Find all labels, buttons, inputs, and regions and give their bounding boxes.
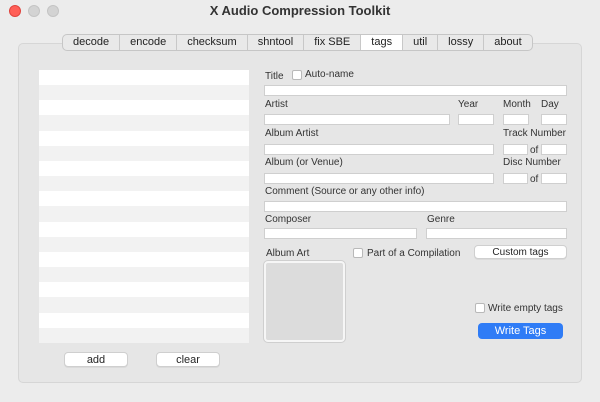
album-art-well[interactable]	[264, 261, 345, 342]
tab-lossy[interactable]: lossy	[438, 35, 485, 50]
tab-checksum[interactable]: checksum	[177, 35, 248, 50]
list-row[interactable]	[39, 297, 249, 313]
tab-bar: decode encode checksum shntool fix SBE t…	[62, 34, 533, 51]
list-row[interactable]	[39, 85, 249, 101]
composer-field[interactable]	[264, 228, 417, 239]
list-row[interactable]	[39, 222, 249, 237]
track-number-label: Track Number	[503, 128, 566, 139]
list-row[interactable]	[39, 115, 249, 131]
year-label: Year	[458, 99, 479, 110]
album-field[interactable]	[264, 173, 494, 184]
day-field[interactable]	[541, 114, 567, 125]
compilation-checkbox[interactable]	[353, 248, 363, 258]
comment-field[interactable]	[264, 201, 567, 212]
artist-label: Artist	[265, 99, 288, 110]
write-empty-tags-checkbox[interactable]	[475, 303, 485, 313]
custom-tags-button[interactable]: Custom tags	[474, 245, 567, 259]
file-list[interactable]	[39, 70, 249, 343]
album-label: Album (or Venue)	[265, 157, 343, 168]
list-row[interactable]	[39, 282, 249, 297]
composer-label: Composer	[265, 214, 312, 225]
disc-number-label: Disc Number	[503, 157, 561, 168]
year-field[interactable]	[458, 114, 494, 125]
disc-number-field[interactable]	[503, 173, 528, 184]
write-tags-button[interactable]: Write Tags	[478, 323, 563, 339]
month-label: Month	[503, 99, 531, 110]
disc-of-label: of	[530, 174, 539, 185]
track-total-field[interactable]	[541, 144, 567, 155]
track-of-label: of	[530, 145, 539, 156]
list-row[interactable]	[39, 206, 249, 222]
artist-field[interactable]	[264, 114, 450, 125]
month-field[interactable]	[503, 114, 529, 125]
list-row[interactable]	[39, 145, 249, 161]
window-title: X Audio Compression Toolkit	[209, 3, 391, 18]
album-artist-label: Album Artist	[265, 128, 319, 139]
auto-name-checkbox[interactable]	[292, 70, 302, 80]
tab-decode[interactable]: decode	[63, 35, 121, 50]
compilation-label: Part of a Compilation	[367, 248, 461, 259]
comment-label: Comment (Source or any other info)	[265, 186, 425, 197]
tab-about[interactable]: about	[484, 35, 532, 50]
disc-total-field[interactable]	[541, 173, 567, 184]
add-button[interactable]: add	[64, 352, 128, 367]
list-row[interactable]	[39, 313, 249, 328]
genre-label: Genre	[427, 214, 455, 225]
title-label: Title	[265, 71, 284, 82]
tab-shntool[interactable]: shntool	[248, 35, 305, 50]
clear-button[interactable]: clear	[156, 352, 220, 367]
tab-fix-sbe[interactable]: fix SBE	[304, 35, 362, 50]
list-row[interactable]	[39, 100, 249, 115]
album-artist-field[interactable]	[264, 144, 494, 155]
write-empty-tags-label: Write empty tags	[488, 303, 563, 314]
auto-name-label: Auto-name	[305, 69, 354, 80]
title-bar: X Audio Compression Toolkit	[0, 0, 600, 22]
tab-tags[interactable]: tags	[361, 35, 404, 50]
album-art-label: Album Art	[266, 248, 310, 259]
list-row[interactable]	[39, 252, 249, 267]
list-row[interactable]	[39, 176, 249, 192]
list-row[interactable]	[39, 267, 249, 283]
list-row[interactable]	[39, 191, 249, 206]
list-row[interactable]	[39, 236, 249, 252]
tab-encode[interactable]: encode	[120, 35, 178, 50]
day-label: Day	[541, 99, 559, 110]
list-row[interactable]	[39, 131, 249, 146]
list-row[interactable]	[39, 161, 249, 176]
list-row[interactable]	[39, 327, 249, 343]
track-number-field[interactable]	[503, 144, 528, 155]
list-row[interactable]	[39, 70, 249, 85]
genre-field[interactable]	[426, 228, 567, 239]
tab-util[interactable]: util	[403, 35, 439, 50]
title-field[interactable]	[264, 85, 567, 96]
